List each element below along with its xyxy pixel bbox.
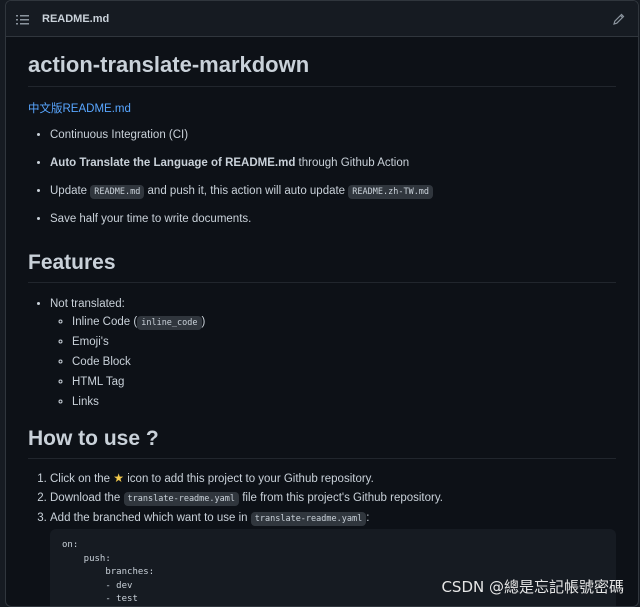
list-item: Continuous Integration (CI) — [50, 127, 616, 155]
inline-code-pre: Inline Code ( — [72, 316, 138, 328]
list-item: Inline Code (inline_code) — [72, 313, 616, 333]
push-text: and push it, this action will auto updat… — [144, 185, 349, 197]
readme-title: action-translate-markdown — [28, 37, 616, 87]
step2-pre: Download the — [50, 492, 124, 504]
chinese-readme-link[interactable]: 中文版README.md — [28, 103, 131, 115]
links-text: Links — [72, 396, 99, 408]
not-translated-text: Not translated: — [50, 298, 125, 310]
github-action-text: through Github Action — [295, 157, 410, 169]
inline-code-post: ) — [201, 316, 206, 328]
step2-code: translate-readme.yaml — [123, 492, 239, 506]
html-tag-text: HTML Tag — [72, 376, 125, 388]
list-item: Code Block — [72, 353, 616, 373]
step2-post: file from this project's Github reposito… — [239, 492, 443, 504]
step1-post: icon to add this project to your Github … — [124, 473, 374, 485]
cn-link-paragraph: 中文版README.md — [28, 100, 616, 120]
list-item: Update README.md and push it, this actio… — [50, 183, 616, 211]
star-emoji-icon: ★ — [113, 471, 125, 485]
list-item: Add the branched which want to use in tr… — [50, 509, 616, 529]
readme-md-code: README.md — [90, 185, 145, 199]
code-block-text: Code Block — [72, 356, 131, 368]
list-item: Auto Translate the Language of README.md… — [50, 155, 616, 183]
file-header: README.md — [6, 1, 638, 37]
list-item: Not translated: Inline Code (inline_code… — [50, 295, 616, 413]
readme-zh-tw-code: README.zh-TW.md — [348, 185, 434, 199]
file-title: README.md — [42, 12, 110, 25]
list-item: HTML Tag — [72, 373, 616, 393]
pencil-icon[interactable] — [612, 12, 626, 26]
list-item: Click on the ★ icon to add this project … — [50, 469, 616, 489]
list-item: Emoji's — [72, 333, 616, 353]
emojis-text: Emoji's — [72, 336, 109, 348]
step3-pre: Add the branched which want to use in — [50, 512, 251, 524]
readme-content: action-translate-markdown 中文版README.md C… — [6, 37, 638, 606]
csdn-watermark: CSDN @總是忘記帳號密碼 — [441, 578, 624, 596]
readme-panel: README.md action-translate-markdown 中文版R… — [5, 0, 639, 607]
auto-translate-bold: Auto Translate the Language of README.md — [50, 157, 296, 169]
update-text: Update — [50, 185, 91, 197]
how-to-use-heading: How to use ? — [28, 425, 616, 459]
list-item: Save half your time to write documents. — [50, 211, 616, 239]
step3-code: translate-readme.yaml — [250, 512, 367, 526]
intro-list: Continuous Integration (CI) Auto Transla… — [28, 127, 616, 239]
step3-post: : — [366, 512, 370, 524]
features-heading: Features — [28, 249, 616, 283]
how-to-use-list: Click on the ★ icon to add this project … — [28, 469, 616, 529]
step1-pre: Click on the — [50, 473, 114, 485]
not-translated-sublist: Inline Code (inline_code) Emoji's Code B… — [50, 313, 616, 413]
ci-text: Continuous Integration (CI) — [50, 129, 189, 141]
inline-code-code: inline_code — [137, 316, 202, 330]
list-item: Links — [72, 393, 616, 413]
save-time-text: Save half your time to write documents. — [50, 213, 252, 225]
features-list: Not translated: Inline Code (inline_code… — [28, 295, 616, 413]
list-icon[interactable] — [16, 13, 30, 25]
list-item: Download the translate-readme.yaml file … — [50, 489, 616, 509]
